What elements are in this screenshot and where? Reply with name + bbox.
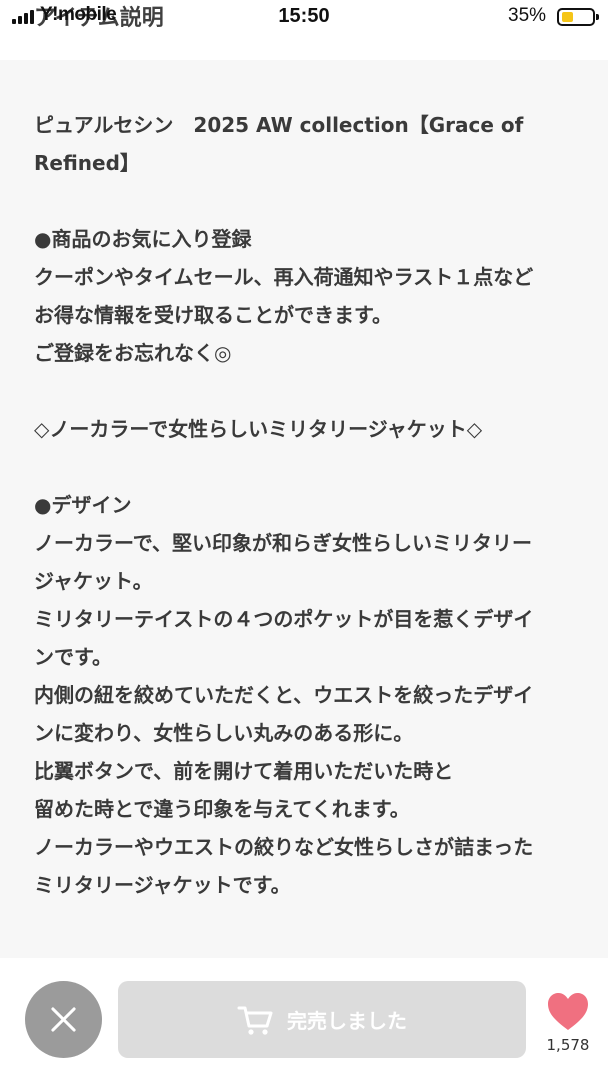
description-line: クーポンやタイムセール、再入荷通知やラスト１点など — [34, 265, 534, 289]
sold-out-label: 完売しました — [287, 1009, 407, 1033]
description-line: ノーカラーやウエストの絞りなど女性らしさが詰まった — [34, 835, 534, 859]
description-line: 比翼ボタンで、前を開けて着用いただいた時と — [34, 759, 454, 783]
description-line: ◇ノーカラーで女性らしいミリタリージャケット◇ — [34, 417, 483, 441]
cart-icon — [237, 1006, 273, 1035]
description-line: 留めた時とで違う印象を与えてくれます。 — [34, 797, 410, 821]
battery-icon — [557, 8, 599, 26]
description-line: Refined】 — [34, 151, 140, 175]
description-line: ご登録をお忘れなく◎ — [34, 341, 232, 365]
close-button[interactable] — [25, 981, 102, 1058]
sold-out-button[interactable]: 完売しました — [118, 981, 526, 1058]
description-line: ミリタリージャケットです。 — [34, 873, 291, 897]
description-line: ピュアルセシン 2025 AW collection【Grace of — [34, 113, 524, 137]
description-line: ●商品のお気に入り登録 — [34, 227, 252, 251]
item-description: ピュアルセシン 2025 AW collection【Grace of Refin… — [0, 60, 608, 958]
battery-percent: 35% — [508, 5, 547, 26]
description-line: ンに変わり、女性らしい丸みのある形に。 — [34, 721, 414, 745]
favorite-button[interactable]: 1,578 — [540, 992, 596, 1054]
favorite-count: 1,578 — [546, 1036, 590, 1054]
description-line: ミリタリーテイストの４つのポケットが目を惹くデザイ — [34, 607, 534, 631]
header-spacer — [0, 36, 608, 60]
description-line: お得な情報を受け取ることができます。 — [34, 303, 392, 327]
description-line: ンです。 — [34, 645, 112, 669]
description-line: ジャケット。 — [34, 569, 153, 593]
bottom-action-bar: 完売しました 1,578 — [0, 958, 608, 1080]
description-line: ノーカラーで、堅い印象が和らぎ女性らしいミリタリー — [34, 531, 532, 555]
description-line: ●デザイン — [34, 493, 132, 517]
status-bar: アイテム説明 Y!mobile 15:50 35% — [0, 0, 608, 36]
description-line: 内側の紐を絞めていただくと、ウエストを絞ったデザイ — [34, 683, 534, 707]
heart-icon — [548, 993, 588, 1030]
